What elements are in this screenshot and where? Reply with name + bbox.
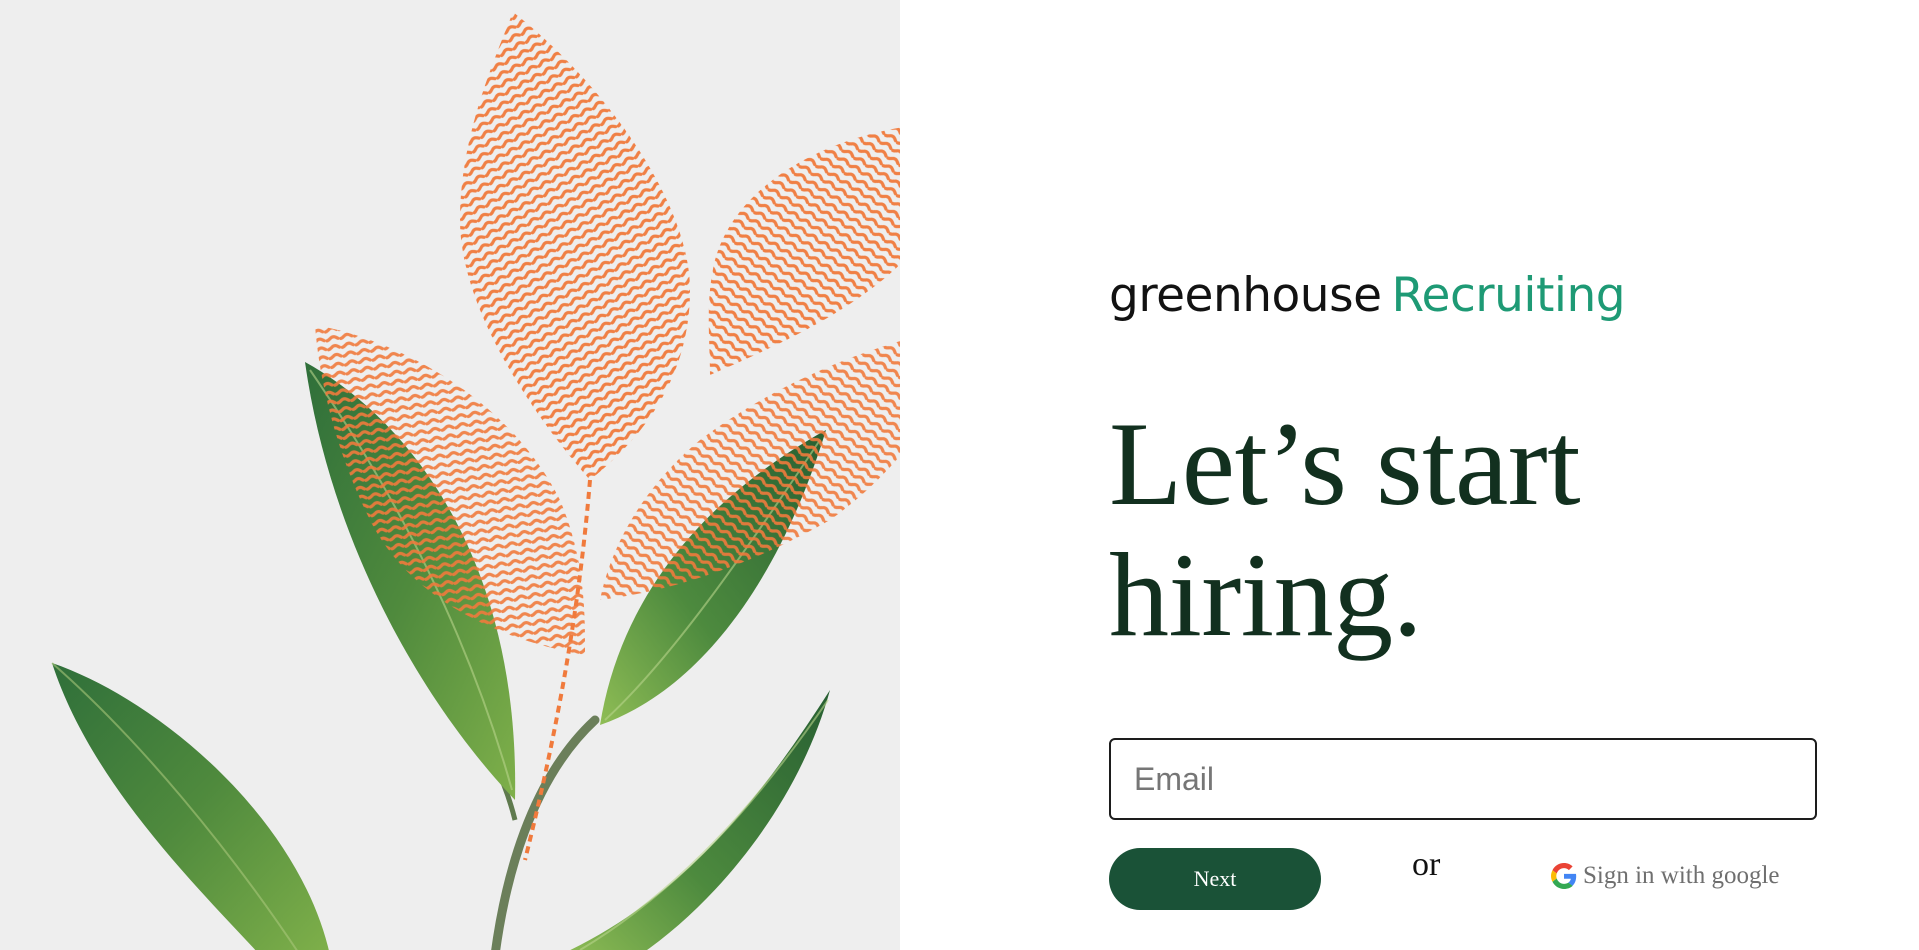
page-headline: Let’s start hiring. (1109, 398, 1809, 660)
next-button[interactable]: Next (1109, 848, 1321, 910)
hero-illustration-panel (0, 0, 900, 950)
logo-wordmark: greenhouse (1109, 268, 1382, 323)
headline-line-1: Let’s start (1109, 397, 1581, 530)
green-leaf-bottom-left (52, 663, 329, 950)
fingerprint-leaf-top (460, 12, 690, 480)
logo-product-name: Recruiting (1391, 268, 1626, 323)
login-page: greenhouse Recruiting Let’s start hiring.… (0, 0, 1919, 950)
greenhouse-recruiting-logo: greenhouse Recruiting (1109, 268, 1626, 323)
email-input[interactable] (1109, 738, 1817, 820)
headline-line-2: hiring. (1109, 528, 1423, 661)
login-form: greenhouse Recruiting Let’s start hiring.… (1109, 0, 1829, 950)
fingerprint-leaf-upper-right (708, 127, 900, 375)
leaf-fingerprint-illustration (51, 12, 900, 950)
google-g-icon (1551, 863, 1577, 889)
green-leaf-bottom-right (570, 690, 830, 950)
google-sign-in-label: Sign in with google (1583, 862, 1780, 889)
or-separator: or (1412, 846, 1441, 883)
google-sign-in-link[interactable]: Sign in with google (1551, 862, 1780, 890)
